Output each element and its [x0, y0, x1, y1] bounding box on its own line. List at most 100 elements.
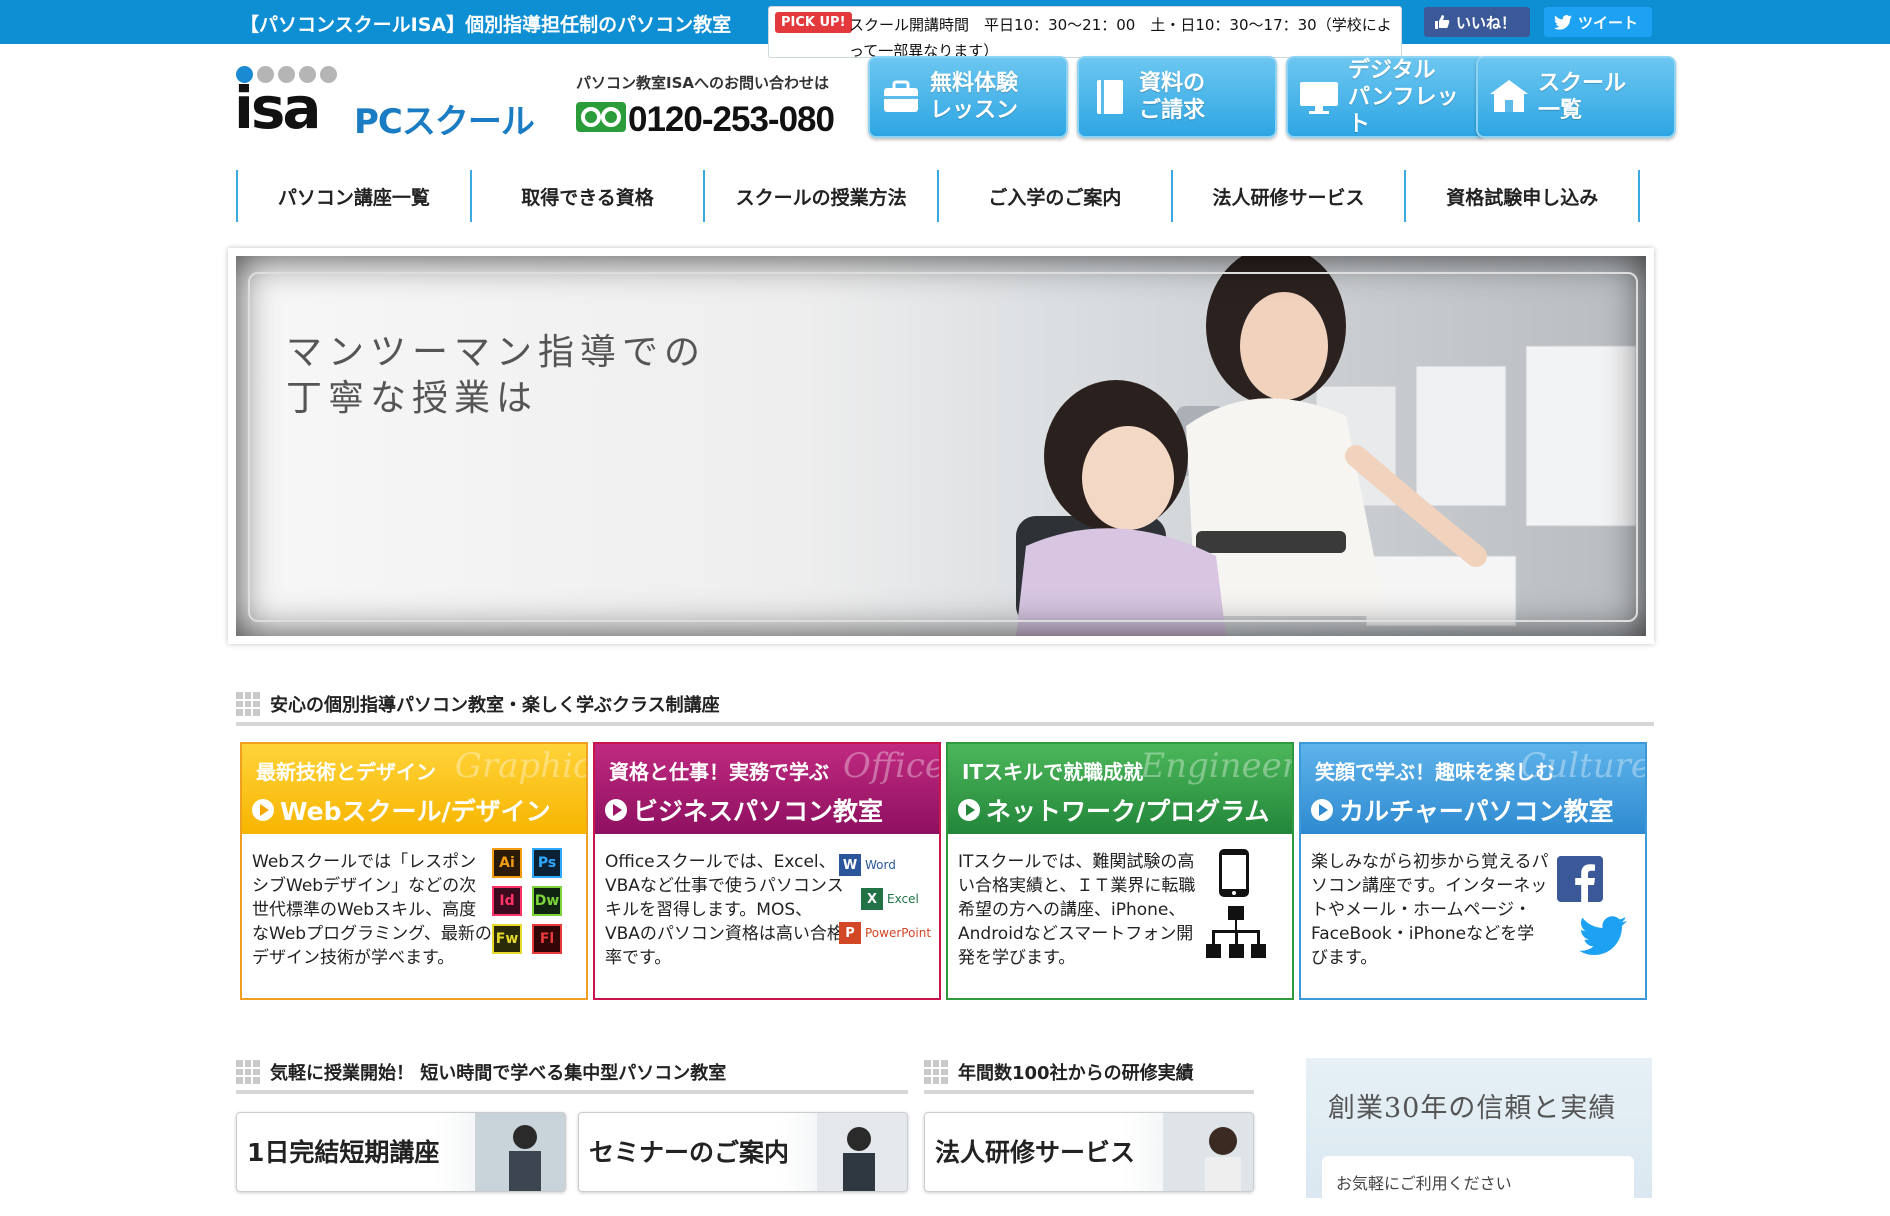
top-bar: 【パソコンスクールISA】個別指導担任制のパソコン教室 PICK UP! スクー… [0, 0, 1890, 60]
grid-icon [924, 1060, 948, 1084]
free-trial-label: 無料体験 レッスン [930, 71, 1019, 123]
social-icons [1545, 848, 1635, 958]
trust-note-box: お気軽にご利用ください [1322, 1156, 1634, 1216]
section-heading-short-courses: 気軽に授業開始！ 短い時間で学べる集中型パソコン教室 [236, 1054, 908, 1094]
card-title-link[interactable]: ネットワーク/プログラム [958, 792, 1269, 828]
adobe-icons: Ai Ps Id Dw Fw Fl [486, 848, 576, 958]
card-description: Officeスクールでは、Excel、VBAなど仕事で使うパソコンスキルを習得し… [605, 852, 844, 968]
phone-number[interactable]: 0120-253-080 [628, 100, 835, 140]
trust-note: お気軽にご利用ください [1336, 1174, 1512, 1193]
contact-label: パソコン教室ISAへのお問い合わせは [576, 74, 829, 92]
promo-title: セミナーのご案内 [589, 1138, 790, 1167]
it-icons [1192, 848, 1282, 958]
card-title-link[interactable]: カルチャーパソコン教室 [1311, 792, 1614, 828]
play-circle-icon [605, 799, 627, 821]
network-icon [1206, 906, 1266, 958]
course-card-culture[interactable]: Culture 笑顔で学ぶ！趣味を楽しむ カルチャーパソコン教室 楽しみながら初… [1299, 742, 1647, 1000]
freedial-icon [576, 102, 626, 132]
office-icons: W Word X Excel P PowerPoint [839, 848, 931, 958]
card-en-label: Engineer [1140, 746, 1292, 786]
trust-banner[interactable]: 創業30年の信頼と実績 お気軽にご利用ください [1306, 1058, 1652, 1216]
powerpoint-icon: P PowerPoint [839, 922, 931, 944]
school-icon [1490, 80, 1528, 112]
card-subtitle: ITスキルで就職成就 [962, 760, 1144, 784]
site-tagline: 【パソコンスクールISA】個別指導担任制のパソコン教室 [240, 14, 732, 36]
card-title: Webスクール/デザイン [280, 797, 551, 826]
photoshop-icon: Ps [532, 848, 562, 878]
request-brochure-button[interactable]: 資料の ご請求 [1077, 56, 1277, 138]
trust-title: 創業30年の信頼と実績 [1328, 1093, 1617, 1124]
tweet-button[interactable]: ツイート [1544, 7, 1652, 37]
pickup-badge: PICK UP! [775, 12, 852, 33]
promo-title: 法人研修サービス [935, 1138, 1136, 1167]
section-title: 年間数100社からの研修実績 [958, 1063, 1194, 1084]
play-circle-icon [1311, 799, 1333, 821]
bag-icon [884, 80, 918, 112]
fireworks-icon: Fw [492, 924, 522, 954]
card-description: ITスクールでは、難関試験の高い合格実績と、ＩＴ業界に転職希望の方への講座、iP… [958, 852, 1196, 968]
document-icon [1097, 80, 1123, 114]
card-subtitle: 資格と仕事！実務で学ぶ [609, 760, 829, 784]
grid-icon [236, 692, 260, 716]
digital-pamphlet-label: デジタル パンフレット [1348, 57, 1459, 137]
card-title-link[interactable]: ビジネスパソコン教室 [605, 792, 883, 828]
free-trial-lesson-button[interactable]: 無料体験 レッスン [868, 56, 1068, 138]
section-title: 気軽に授業開始！ 短い時間で学べる集中型パソコン教室 [270, 1063, 727, 1084]
section-title: 安心の個別指導パソコン教室・楽しく学ぶクラス制講座 [270, 695, 720, 716]
dreamweaver-icon: Dw [532, 886, 562, 916]
section-heading-corporate: 年間数100社からの研修実績 [924, 1054, 1254, 1094]
nav-item-qualifications[interactable]: 取得できる資格 [469, 170, 704, 222]
school-list-label: スクール 一覧 [1538, 71, 1627, 123]
grid-icon [236, 1060, 260, 1084]
twitter-bird-icon [1554, 14, 1572, 30]
nav-item-corporate-training[interactable]: 法人研修サービス [1170, 170, 1405, 222]
facebook-icon [1557, 856, 1603, 902]
course-card-network[interactable]: Engineer ITスキルで就職成就 ネットワーク/プログラム ITスクールで… [946, 742, 1294, 1000]
course-card-business[interactable]: Office 資格と仕事！実務で学ぶ ビジネスパソコン教室 Officeスクール… [593, 742, 941, 1000]
main-nav: パソコン講座一覧 取得できる資格 スクールの授業方法 ご入学のご案内 法人研修サ… [236, 170, 1641, 222]
card-title: ビジネスパソコン教室 [633, 797, 884, 826]
nav-item-courses[interactable]: パソコン講座一覧 [236, 170, 470, 222]
promo-seminar[interactable]: セミナーのご案内 [578, 1112, 908, 1192]
card-en-label: Graphic [454, 746, 586, 786]
promo-corporate-training[interactable]: 法人研修サービス [924, 1112, 1254, 1192]
card-title-link[interactable]: Webスクール/デザイン [252, 792, 551, 828]
school-list-button[interactable]: スクール 一覧 [1476, 56, 1676, 138]
nav-item-teaching-method[interactable]: スクールの授業方法 [703, 170, 937, 222]
hero-image: マンツーマン指導での 丁寧な授業は [236, 256, 1646, 636]
promo-photo [475, 1113, 565, 1191]
hero-banner[interactable]: マンツーマン指導での 丁寧な授業は [228, 248, 1654, 644]
card-title: カルチャーパソコン教室 [1339, 797, 1614, 826]
isa-pc-school-logo[interactable]: isa PCスクール [234, 66, 548, 142]
card-subtitle: 笑顔で学ぶ！趣味を楽しむ [1315, 760, 1555, 784]
nav-item-admission[interactable]: ご入学のご案内 [937, 170, 1171, 222]
twitter-icon [1579, 916, 1627, 955]
course-card-web[interactable]: Graphic 最新技術とデザイン Webスクール/デザイン Webスクールでは… [240, 742, 588, 1000]
hero-catchphrase: マンツーマン指導での 丁寧な授業は [286, 332, 707, 419]
request-brochure-label: 資料の ご請求 [1139, 71, 1206, 123]
play-circle-icon [958, 799, 980, 821]
card-description: 楽しみながら初歩から覚えるパソコン講座です。インターネットやメール・ホームページ… [1311, 852, 1549, 968]
like-label: いいね！ [1456, 13, 1517, 32]
word-icon: W Word [839, 854, 896, 876]
indesign-icon: Id [492, 886, 522, 916]
promo-title: 1日完結短期講座 [247, 1138, 440, 1167]
flash-icon: Fl [532, 924, 562, 954]
monitor-icon [1300, 82, 1338, 114]
play-circle-icon [252, 799, 274, 821]
card-description: Webスクールでは「レスポンシブWebデザイン」などの次世代標準のWebスキル、… [252, 852, 492, 968]
pickup-notice: PICK UP! スクール開講時間 平日10：30〜21：00 土・日10：30… [768, 6, 1402, 60]
nav-item-exam-application[interactable]: 資格試験申し込み [1404, 170, 1641, 222]
smartphone-icon [1219, 849, 1249, 897]
illustrator-icon: Ai [492, 848, 522, 878]
digital-pamphlet-button[interactable]: デジタル パンフレット [1286, 56, 1486, 138]
facebook-like-button[interactable]: いいね！ [1424, 7, 1530, 37]
card-subtitle: 最新技術とデザイン [256, 760, 436, 784]
logo-pc-school-text: PCスクール [354, 102, 535, 142]
promo-one-day-course[interactable]: 1日完結短期講座 [236, 1112, 566, 1192]
card-en-label: Office [843, 746, 939, 786]
card-title: ネットワーク/プログラム [986, 797, 1270, 826]
tweet-label: ツイート [1578, 13, 1639, 32]
logo-isa-text: isa [234, 74, 322, 142]
excel-icon: X Excel [861, 888, 919, 910]
